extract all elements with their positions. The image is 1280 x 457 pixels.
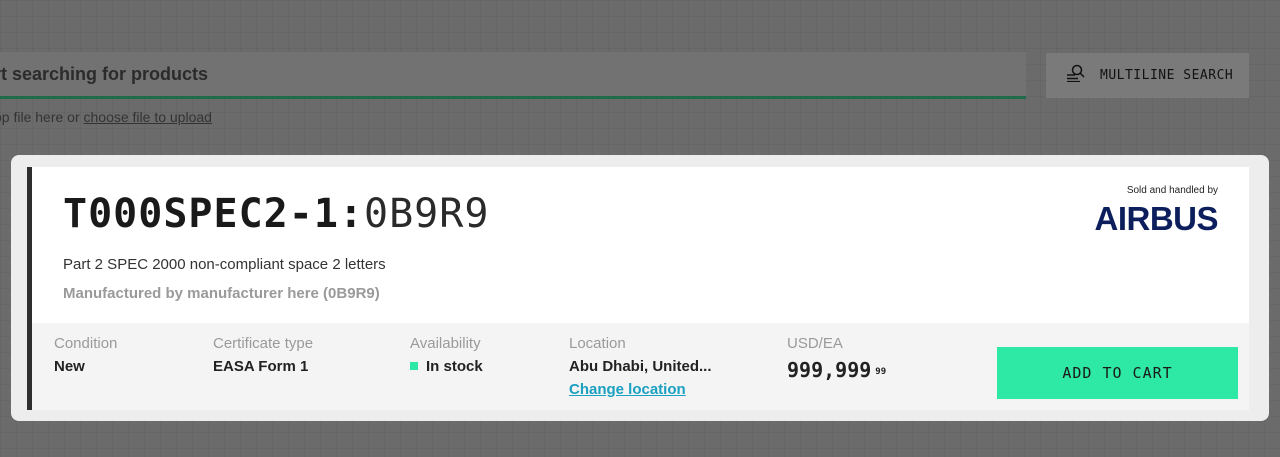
certificate-label: Certificate type	[213, 335, 314, 352]
airbus-logo: AIRBUS	[1094, 200, 1218, 237]
price-cents: 99	[875, 367, 887, 377]
manufacturer-code: 0B9R9	[364, 191, 490, 237]
price-main: 999,999	[787, 358, 872, 382]
multiline-search-button[interactable]: MULTILINE SEARCH	[1046, 53, 1249, 98]
add-to-cart-button[interactable]: ADD TO CART	[997, 347, 1238, 399]
change-location-link[interactable]: Change location	[569, 381, 712, 398]
info-strip: Condition New Certificate type EASA Form…	[32, 323, 1249, 410]
multiline-search-icon	[1066, 64, 1086, 87]
choose-file-link[interactable]: choose file to upload	[84, 109, 212, 125]
search-input[interactable]	[0, 52, 1010, 96]
part-title: T000SPEC2-1:0B9R9	[63, 191, 489, 237]
upload-hint: op file here or choose file to upload	[0, 109, 212, 125]
availability-column: Availability In stock	[410, 335, 483, 375]
price-value: 999,999 99	[787, 358, 886, 382]
part-description: Part 2 SPEC 2000 non-compliant space 2 l…	[63, 256, 386, 273]
product-card: T000SPEC2-1:0B9R9 Part 2 SPEC 2000 non-c…	[27, 167, 1249, 410]
part-number: T000SPEC2-1	[63, 191, 339, 237]
price-column: USD/EA 999,999 99	[787, 335, 886, 382]
price-label: USD/EA	[787, 335, 843, 352]
availability-value: In stock	[410, 358, 483, 375]
manufactured-by: Manufactured by manufacturer here (0B9R9…	[63, 285, 380, 302]
certificate-column: Certificate type EASA Form 1	[213, 335, 313, 375]
location-value: Abu Dhabi, United...	[569, 358, 712, 375]
multiline-search-label: MULTILINE SEARCH	[1100, 68, 1234, 83]
availability-text: In stock	[426, 358, 483, 375]
availability-label: Availability	[410, 335, 481, 352]
location-column: Location Abu Dhabi, United... Change loc…	[569, 335, 712, 398]
sold-by-label: Sold and handled by	[1126, 185, 1218, 196]
condition-label: Condition	[54, 335, 118, 352]
condition-value: New	[54, 358, 85, 375]
in-stock-indicator-icon	[410, 362, 418, 370]
location-label: Location	[569, 335, 626, 352]
upload-hint-text: op file here or	[0, 109, 84, 125]
part-separator: :	[338, 191, 364, 237]
condition-column: Condition New	[54, 335, 117, 375]
certificate-value: EASA Form 1	[213, 358, 309, 375]
